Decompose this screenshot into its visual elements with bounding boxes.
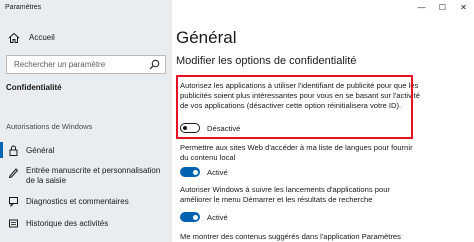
highlight-box xyxy=(176,75,413,139)
setting-app-launch-row: Activé xyxy=(180,212,228,222)
close-icon[interactable]: ✕ xyxy=(453,0,474,14)
sidebar-item-inking[interactable]: Entrée manuscrite et personnalisation de… xyxy=(0,164,172,186)
group-label: Autorisations de Windows xyxy=(6,122,93,131)
search-icon[interactable] xyxy=(149,59,160,70)
sidebar-item-diagnostics[interactable]: Diagnostics et commentaires xyxy=(0,194,172,210)
sidebar-item-label: Historique des activités xyxy=(26,219,109,228)
page-title: Général xyxy=(176,28,237,47)
section-title: Confidentialité xyxy=(6,83,62,92)
sidebar-item-label: Entrée manuscrite et personnalisation de… xyxy=(26,166,161,185)
lock-icon xyxy=(9,145,18,156)
sidebar-item-general[interactable]: Général xyxy=(0,142,172,158)
home-icon xyxy=(8,32,20,43)
sidebar: Paramètres Accueil Rechercher un paramèt… xyxy=(0,0,172,242)
home-label: Accueil xyxy=(29,33,55,42)
maximize-icon[interactable]: ☐ xyxy=(432,0,453,14)
pen-icon xyxy=(8,168,19,178)
app-title: Paramètres xyxy=(5,4,42,11)
home-nav-item[interactable]: Accueil xyxy=(0,29,172,49)
sidebar-item-activity-history[interactable]: Historique des activités xyxy=(0,216,172,232)
search-placeholder: Rechercher un paramètre xyxy=(14,60,106,69)
sidebar-item-label: Diagnostics et commentaires xyxy=(26,197,129,206)
window-controls: — ☐ ✕ xyxy=(411,0,474,14)
search-input[interactable]: Rechercher un paramètre xyxy=(6,55,166,74)
page-subtitle: Modifier les options de confidentialité xyxy=(176,55,357,67)
languages-state: Activé xyxy=(207,167,228,177)
setting-suggested-content-text: Me montrer des contenus suggérés dans l'… xyxy=(180,232,401,241)
feedback-icon xyxy=(9,197,18,207)
setting-app-launch-text: Autoriser Windows à suivre les lancement… xyxy=(180,185,390,204)
setting-languages-text: Permettre aux sites Web d'accéder à ma l… xyxy=(180,143,413,162)
languages-toggle[interactable] xyxy=(180,167,200,177)
sidebar-item-label: Général xyxy=(26,146,55,155)
minimize-icon[interactable]: — xyxy=(411,0,432,14)
app-launch-toggle[interactable] xyxy=(180,212,200,222)
setting-languages-row: Activé xyxy=(180,167,228,177)
history-icon xyxy=(9,219,18,228)
app-launch-state: Activé xyxy=(207,212,228,222)
